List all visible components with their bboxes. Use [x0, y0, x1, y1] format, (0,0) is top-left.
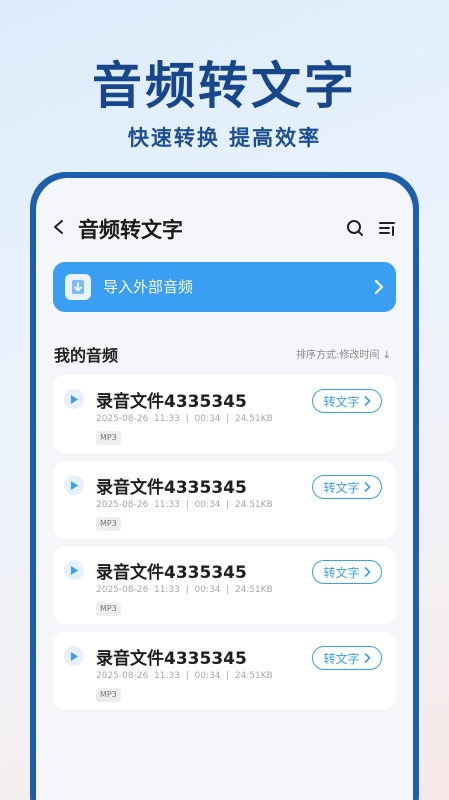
audio-meta: 2025-08-26 11:33 | 00:34 | 24.51KB: [96, 585, 273, 595]
play-icon[interactable]: [64, 560, 84, 580]
audio-size: 24.51KB: [234, 671, 273, 681]
convert-to-text-button[interactable]: 转文字: [312, 475, 382, 499]
search-icon[interactable]: [345, 218, 365, 238]
audio-file-name: 录音文件4335345: [96, 563, 247, 583]
format-badge: MP3: [96, 602, 121, 616]
promo-title: 音频转文字: [92, 57, 357, 115]
audio-duration: 00:34: [194, 585, 221, 595]
sort-selector[interactable]: 排序方式:修改时间 ↓: [296, 346, 391, 361]
audio-date: 2025-08-26: [96, 414, 149, 424]
audio-list-item[interactable]: 录音文件4335345 2025-08-26 11:33 | 00:34 | 24…: [53, 461, 396, 539]
chevron-right-icon: [364, 653, 370, 663]
audio-date: 2025-08-26: [96, 585, 149, 595]
phone-frame: 音频转文字 导入外部音频 我的音频 排序方式:修改时间 ↓ 录音文件433534…: [30, 172, 419, 800]
audio-duration: 00:34: [194, 671, 221, 681]
play-icon[interactable]: [64, 646, 84, 666]
play-icon[interactable]: [64, 389, 84, 409]
convert-to-text-button[interactable]: 转文字: [312, 560, 382, 584]
audio-time: 11:33: [154, 500, 180, 510]
play-icon[interactable]: [64, 475, 84, 495]
audio-size: 24.51KB: [234, 585, 273, 595]
import-audio-button[interactable]: 导入外部音频: [53, 262, 396, 312]
convert-label: 转文字: [323, 565, 360, 580]
audio-duration: 00:34: [194, 500, 221, 510]
audio-meta: 2025-08-26 11:33 | 00:34 | 24.51KB: [96, 671, 273, 681]
format-badge: MP3: [96, 688, 121, 702]
promo-subtitle: 快速转换 提高效率: [127, 126, 322, 150]
audio-file-name: 录音文件4335345: [96, 392, 247, 412]
audio-list-item[interactable]: 录音文件4335345 2025-08-26 11:33 | 00:34 | 24…: [53, 375, 396, 453]
list-sort-icon[interactable]: [377, 218, 397, 238]
audio-file-name: 录音文件4335345: [96, 649, 247, 669]
app-screen: 音频转文字 导入外部音频 我的音频 排序方式:修改时间 ↓ 录音文件433534…: [36, 178, 413, 800]
audio-meta: 2025-08-26 11:33 | 00:34 | 24.51KB: [96, 500, 273, 510]
audio-date: 2025-08-26: [96, 500, 149, 510]
chevron-right-icon: [364, 567, 370, 577]
audio-date: 2025-08-26: [96, 671, 149, 681]
chevron-left-icon[interactable]: [52, 220, 66, 234]
chevron-right-icon: [364, 396, 370, 406]
import-audio-label: 导入外部音频: [103, 278, 194, 296]
convert-label: 转文字: [323, 651, 360, 666]
page-title: 音频转文字: [78, 218, 183, 242]
convert-to-text-button[interactable]: 转文字: [312, 389, 382, 413]
chevron-right-icon: [374, 279, 384, 295]
chevron-right-icon: [364, 482, 370, 492]
audio-size: 24.51KB: [234, 414, 273, 424]
top-bar: 音频转文字: [36, 208, 413, 248]
audio-time: 11:33: [154, 671, 180, 681]
convert-label: 转文字: [323, 394, 360, 409]
audio-list-item[interactable]: 录音文件4335345 2025-08-26 11:33 | 00:34 | 24…: [53, 632, 396, 710]
audio-meta: 2025-08-26 11:33 | 00:34 | 24.51KB: [96, 414, 273, 424]
download-icon: [65, 274, 91, 300]
audio-list-item[interactable]: 录音文件4335345 2025-08-26 11:33 | 00:34 | 24…: [53, 546, 396, 624]
convert-label: 转文字: [323, 480, 360, 495]
audio-file-name: 录音文件4335345: [96, 478, 247, 498]
audio-time: 11:33: [154, 414, 180, 424]
format-badge: MP3: [96, 517, 121, 531]
section-title: 我的音频: [54, 346, 119, 365]
audio-time: 11:33: [154, 585, 180, 595]
convert-to-text-button[interactable]: 转文字: [312, 646, 382, 670]
audio-size: 24.51KB: [234, 500, 273, 510]
format-badge: MP3: [96, 431, 121, 445]
audio-duration: 00:34: [194, 414, 221, 424]
